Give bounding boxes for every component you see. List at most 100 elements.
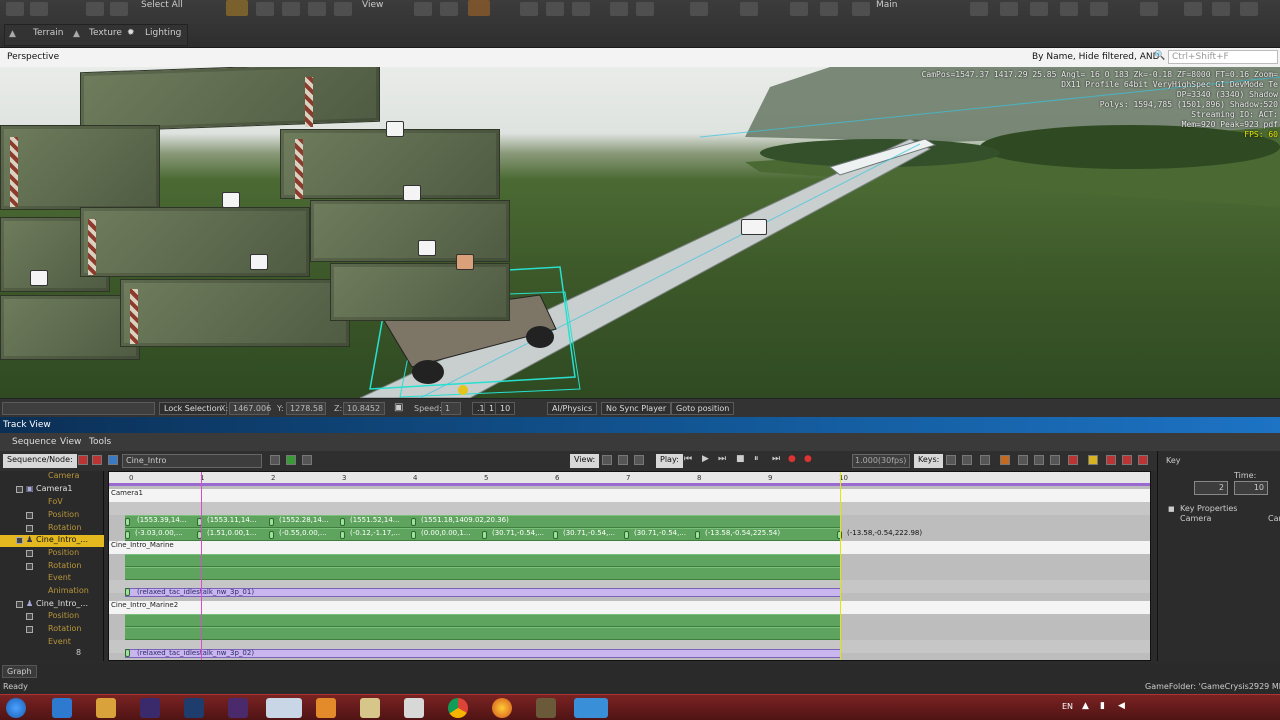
tree-item[interactable]: ♟ Cine_Intro_... xyxy=(0,599,104,611)
premiere-icon[interactable] xyxy=(228,698,248,718)
help-icon[interactable] xyxy=(1212,2,1230,16)
rotate-tool-icon[interactable] xyxy=(256,2,274,16)
key-marker[interactable] xyxy=(553,531,558,539)
go-to-start-icon[interactable]: ⏮ xyxy=(684,454,692,464)
key-marker[interactable] xyxy=(340,518,345,526)
console-icon[interactable] xyxy=(1090,2,1108,16)
axis-y-icon[interactable] xyxy=(440,2,458,16)
menu-tools[interactable]: Tools xyxy=(89,437,111,447)
animation-track[interactable]: (relaxed_tac_idlestalk_nw_3p_01) xyxy=(109,588,1150,601)
move-tool-icon[interactable] xyxy=(226,0,248,16)
object-snap-icon[interactable] xyxy=(546,2,564,16)
lock-icon[interactable]: ▣ xyxy=(394,402,403,413)
property-value[interactable]: Cam xyxy=(1268,514,1280,523)
entity-marker[interactable] xyxy=(418,240,436,256)
entity-marker[interactable] xyxy=(222,192,240,208)
network-icon[interactable]: ▮ xyxy=(1100,701,1105,711)
remove-keys-icon[interactable] xyxy=(1138,455,1148,465)
key-marker[interactable] xyxy=(269,518,274,526)
terrain-snap-icon[interactable] xyxy=(520,2,538,16)
record-mode-icon[interactable]: ● xyxy=(788,454,796,464)
tray-arrow-icon[interactable]: ▲ xyxy=(1082,701,1089,711)
flowgraph-icon[interactable] xyxy=(820,2,838,16)
start-button-icon[interactable] xyxy=(6,698,26,718)
sequence-dropdown[interactable]: Cine_Intro xyxy=(122,454,262,468)
tool-icon[interactable] xyxy=(536,698,556,718)
view-mode-icon-2[interactable] xyxy=(618,455,628,465)
key-marker[interactable] xyxy=(125,531,130,539)
ai-physics-button[interactable]: AI/Physics xyxy=(547,402,598,415)
collapse-icon[interactable]: ■ xyxy=(1168,505,1175,513)
terrain-tab[interactable]: Terrain xyxy=(33,28,63,38)
move-keys-icon[interactable] xyxy=(980,455,990,465)
position-track[interactable]: (1553.39,14... (1553.11,14... (1552.28,1… xyxy=(109,515,1150,528)
notes-icon[interactable] xyxy=(360,698,380,718)
entity-marker[interactable] xyxy=(741,219,767,235)
view-toolbar-label[interactable]: View: xyxy=(570,454,600,468)
tree-item[interactable]: Rotation xyxy=(0,523,104,535)
stop-icon[interactable]: ■ xyxy=(736,454,745,464)
app-icon[interactable] xyxy=(316,698,336,718)
rotation-track[interactable]: (-3.03,0.00,... (1.51,0.00,1... (-0.55,0… xyxy=(109,528,1150,541)
delete-node-icon[interactable] xyxy=(92,455,102,465)
add-node-icon[interactable] xyxy=(286,455,296,465)
link-node-icon[interactable] xyxy=(302,455,312,465)
entity-marker[interactable] xyxy=(403,185,421,201)
entity-marker[interactable] xyxy=(456,254,474,270)
paint-icon[interactable] xyxy=(404,698,424,718)
rotation-track[interactable] xyxy=(109,567,1150,580)
sandbox-editor-icon[interactable] xyxy=(266,698,302,718)
speed-10-button[interactable]: 10 xyxy=(495,402,516,415)
rotation-track[interactable] xyxy=(109,627,1150,640)
sequence-end-marker[interactable] xyxy=(840,472,841,660)
entity-marker[interactable] xyxy=(250,254,268,270)
key-marker[interactable] xyxy=(482,531,487,539)
material-icon[interactable] xyxy=(740,2,758,16)
no-sync-player-button[interactable]: No Sync Player xyxy=(601,402,672,415)
tree-item[interactable]: Animation xyxy=(0,586,104,598)
perspective-viewport[interactable]: CamPos=1547.37 1417.29 25.85 Angl= 16 0 … xyxy=(0,67,1280,398)
info-icon[interactable] xyxy=(1240,2,1258,16)
position-track[interactable] xyxy=(109,554,1150,567)
game-mode-icon[interactable] xyxy=(970,2,988,16)
tree-item[interactable]: Camera xyxy=(0,471,104,483)
key-marker[interactable] xyxy=(125,518,130,526)
texture-tab[interactable]: Texture xyxy=(89,28,122,38)
graph-tab[interactable]: Graph xyxy=(2,665,37,678)
key-marker[interactable] xyxy=(411,518,416,526)
keys-toolbar-label[interactable]: Keys: xyxy=(914,454,944,468)
entity-marker[interactable] xyxy=(386,121,404,137)
key-marker[interactable] xyxy=(269,531,274,539)
ruler-icon[interactable] xyxy=(610,2,628,16)
key-marker[interactable] xyxy=(125,649,130,657)
view-mode-icon-1[interactable] xyxy=(602,455,612,465)
y-coordinate-input[interactable]: 1278.58 xyxy=(286,402,326,415)
view-mode-icon-3[interactable] xyxy=(634,455,644,465)
playhead[interactable] xyxy=(201,472,202,660)
entity-marker[interactable] xyxy=(30,270,48,286)
key-time-field[interactable]: 10 xyxy=(1234,481,1268,495)
axis-z-icon[interactable] xyxy=(468,0,490,16)
language-indicator[interactable]: EN xyxy=(1062,702,1073,711)
tree-item[interactable]: Position xyxy=(0,548,104,560)
scale-tool-icon[interactable] xyxy=(282,2,300,16)
goto-position-button[interactable]: Goto position xyxy=(671,402,735,415)
selection-name-field[interactable] xyxy=(2,402,155,415)
redo-icon[interactable] xyxy=(30,2,48,16)
prev-key-icon[interactable] xyxy=(946,455,956,465)
key-marker[interactable] xyxy=(624,531,629,539)
viewport-label[interactable]: Perspective xyxy=(7,52,59,62)
media-player-icon[interactable] xyxy=(96,698,116,718)
internet-explorer-icon[interactable] xyxy=(52,698,72,718)
step-icon[interactable]: ⏭ xyxy=(718,454,726,464)
new-sequence-icon[interactable] xyxy=(108,455,118,465)
reload-icon[interactable] xyxy=(1060,2,1078,16)
ai-icon[interactable] xyxy=(1000,2,1018,16)
export-icon[interactable] xyxy=(1030,2,1048,16)
tree-item[interactable]: FoV xyxy=(0,497,104,509)
x-coordinate-input[interactable]: 1467.006 xyxy=(229,402,271,415)
next-key-icon[interactable] xyxy=(962,455,972,465)
fov-track[interactable] xyxy=(109,502,1150,515)
unlink-icon[interactable] xyxy=(110,2,128,16)
view-dropdown[interactable]: View xyxy=(362,0,383,10)
